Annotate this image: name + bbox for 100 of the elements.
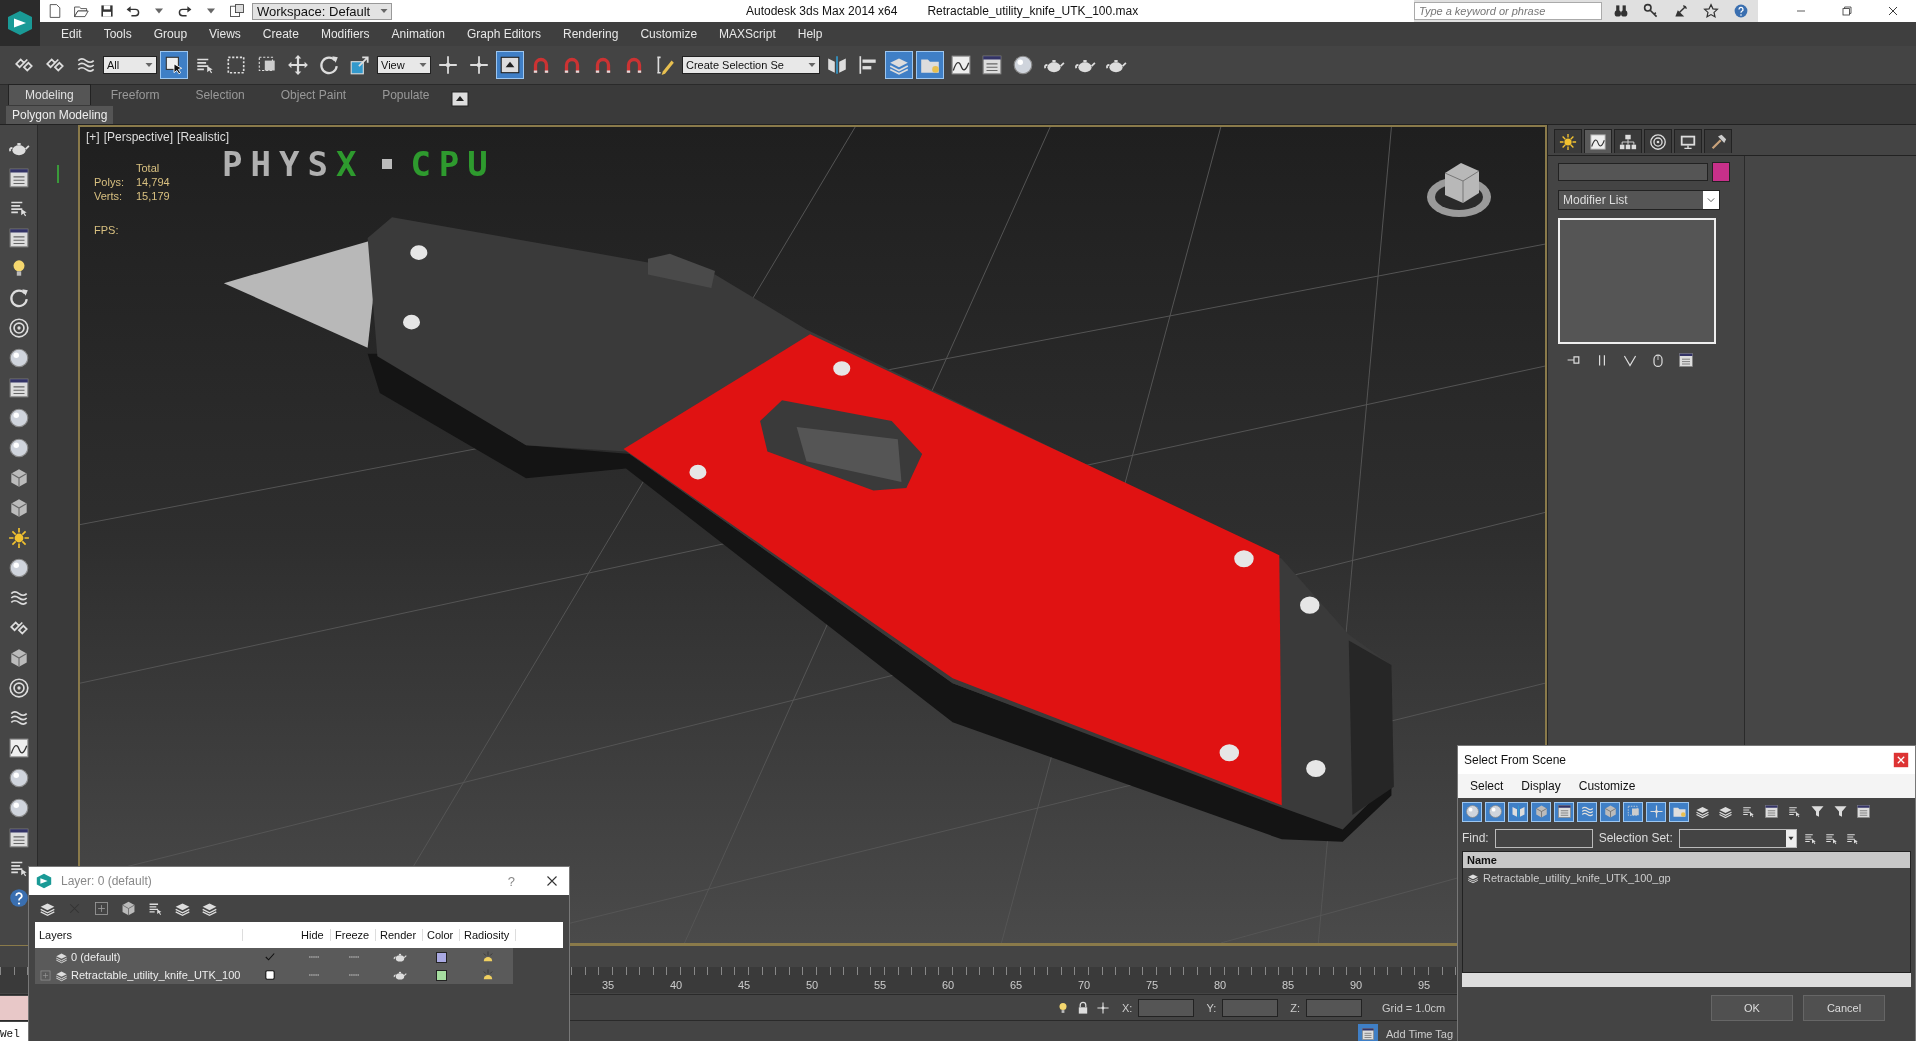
- lamp-icon[interactable]: [481, 968, 495, 982]
- ribbon-tab[interactable]: Freeform: [94, 85, 176, 105]
- viewport-label[interactable]: [+]: [86, 130, 100, 144]
- cube-icon[interactable]: [120, 900, 137, 917]
- window-icon[interactable]: [7, 167, 30, 189]
- crosshair-icon[interactable]: [1646, 801, 1666, 822]
- layer-name[interactable]: 0 (default): [71, 951, 121, 963]
- menu-item[interactable]: Customize: [629, 27, 709, 41]
- sun-icon[interactable]: [1554, 129, 1582, 153]
- ribbon-tab[interactable]: Object Paint: [264, 85, 363, 105]
- cube-icon[interactable]: [1531, 801, 1551, 822]
- cube-icon[interactable]: [1600, 801, 1620, 822]
- object-color-swatch[interactable]: [1712, 162, 1730, 182]
- object-name[interactable]: Retractable_utility_knife_UTK_100_gp: [1483, 872, 1671, 884]
- add-time-tag-link[interactable]: Add Time Tag: [1386, 1027, 1454, 1040]
- window-icon[interactable]: [7, 377, 30, 399]
- menu-item[interactable]: MAXScript: [708, 27, 787, 41]
- column-header[interactable]: Name: [1463, 852, 1910, 868]
- sphere-icon[interactable]: [7, 437, 30, 459]
- viewport-label[interactable]: [Realistic]: [177, 130, 230, 144]
- modifier-stack[interactable]: [1558, 218, 1716, 344]
- sphere-icon[interactable]: [7, 347, 30, 369]
- toolbar-dropdown[interactable]: All: [103, 56, 157, 74]
- menu-item[interactable]: Edit: [50, 27, 93, 41]
- menu-item[interactable]: Tools: [92, 27, 143, 41]
- layers-icon[interactable]: [174, 900, 191, 917]
- sphere-icon[interactable]: [7, 767, 30, 789]
- mouse-icon[interactable]: [1650, 352, 1666, 368]
- menu-item[interactable]: Group: [142, 27, 199, 41]
- wave-icon[interactable]: [1577, 801, 1597, 822]
- column-header[interactable]: Color: [423, 929, 460, 941]
- dialog-button[interactable]: Cancel: [1803, 995, 1885, 1021]
- window-icon[interactable]: [7, 227, 30, 249]
- selection-set-dropdown[interactable]: [1678, 828, 1797, 848]
- sphere-icon[interactable]: [7, 407, 30, 429]
- hierarchy-icon[interactable]: [1614, 129, 1642, 153]
- ribbon-tab[interactable]: Populate: [366, 85, 446, 105]
- object-name-field[interactable]: [1558, 163, 1708, 181]
- menu-item[interactable]: Graph Editors: [455, 27, 552, 41]
- ribbon-panel-label[interactable]: Polygon Modeling: [6, 105, 114, 124]
- folder-icon[interactable]: [1669, 801, 1689, 822]
- help-button[interactable]: ?: [507, 873, 515, 889]
- ribbon-tab[interactable]: Modeling: [8, 84, 91, 105]
- dialog-button[interactable]: OK: [1711, 995, 1793, 1021]
- modifier-list-dropdown[interactable]: Modifier List: [1558, 190, 1720, 210]
- xbox-icon[interactable]: [1893, 752, 1909, 768]
- column-header[interactable]: Layers: [35, 929, 243, 941]
- layers-icon[interactable]: [885, 51, 913, 79]
- sphere-icon[interactable]: [7, 557, 30, 579]
- hammer-icon[interactable]: [1704, 129, 1732, 153]
- monitor-icon[interactable]: [1674, 129, 1702, 153]
- curve-icon[interactable]: [1584, 129, 1612, 153]
- lock-icon[interactable]: [1076, 1000, 1090, 1015]
- horizontal-scrollbar[interactable]: [1462, 973, 1911, 987]
- lamp-icon[interactable]: [481, 950, 495, 964]
- app-logo-icon[interactable]: [0, 0, 40, 46]
- window-icon[interactable]: [1358, 1023, 1378, 1041]
- window-icon[interactable]: [1678, 352, 1694, 368]
- curve-icon[interactable]: [7, 737, 30, 759]
- crosshair-icon[interactable]: [1096, 1000, 1110, 1015]
- viewport-label[interactable]: [Perspective]: [103, 130, 174, 144]
- window-icon[interactable]: [1554, 801, 1574, 822]
- column-header[interactable]: Render: [376, 929, 423, 941]
- menu-item[interactable]: Rendering: [552, 27, 630, 41]
- screen-icon[interactable]: [449, 89, 470, 105]
- check-icon[interactable]: [263, 950, 277, 964]
- menu-item[interactable]: Select: [1470, 779, 1504, 793]
- listener-input[interactable]: [0, 995, 28, 1020]
- layer-color-swatch[interactable]: [436, 969, 447, 981]
- help-icon[interactable]: [7, 887, 30, 909]
- column-header[interactable]: Radiosity: [460, 929, 516, 941]
- mirror-icon[interactable]: [1508, 801, 1528, 822]
- square-icon[interactable]: [1623, 801, 1643, 822]
- menu-item[interactable]: Help: [786, 27, 834, 41]
- menu-item[interactable]: Animation: [380, 27, 456, 41]
- coordinate-field[interactable]: [1306, 998, 1362, 1017]
- menu-item[interactable]: Views: [198, 27, 252, 41]
- ribbon-tab[interactable]: Selection: [179, 85, 261, 105]
- workspace-dropdown[interactable]: Workspace: Default: [252, 2, 392, 20]
- coordinate-field[interactable]: [1138, 998, 1195, 1017]
- plus-icon[interactable]: [93, 900, 110, 917]
- toolbar-dropdown[interactable]: View: [377, 56, 431, 74]
- coordinate-field[interactable]: [1222, 998, 1279, 1017]
- target-icon[interactable]: [1644, 129, 1672, 153]
- search-field[interactable]: Type a keyword or phrase: [1414, 2, 1602, 20]
- menu-item[interactable]: Modifiers: [309, 27, 381, 41]
- layers-icon[interactable]: [201, 900, 218, 917]
- column-header[interactable]: Freeze: [331, 929, 376, 941]
- layer-color-swatch[interactable]: [436, 951, 447, 963]
- screen-icon[interactable]: [496, 51, 524, 79]
- find-field[interactable]: [1494, 828, 1593, 848]
- column-header[interactable]: Hide: [297, 929, 331, 941]
- layers-icon[interactable]: [39, 900, 56, 917]
- menu-item[interactable]: Customize: [1578, 779, 1636, 793]
- menu-item[interactable]: Create: [251, 27, 310, 41]
- toolbar-dropdown[interactable]: Create Selection Se: [682, 56, 820, 74]
- window-icon[interactable]: [7, 827, 30, 849]
- menu-item[interactable]: Display: [1521, 779, 1561, 793]
- cursor-icon[interactable]: [160, 51, 188, 79]
- sphere-icon[interactable]: [7, 797, 30, 819]
